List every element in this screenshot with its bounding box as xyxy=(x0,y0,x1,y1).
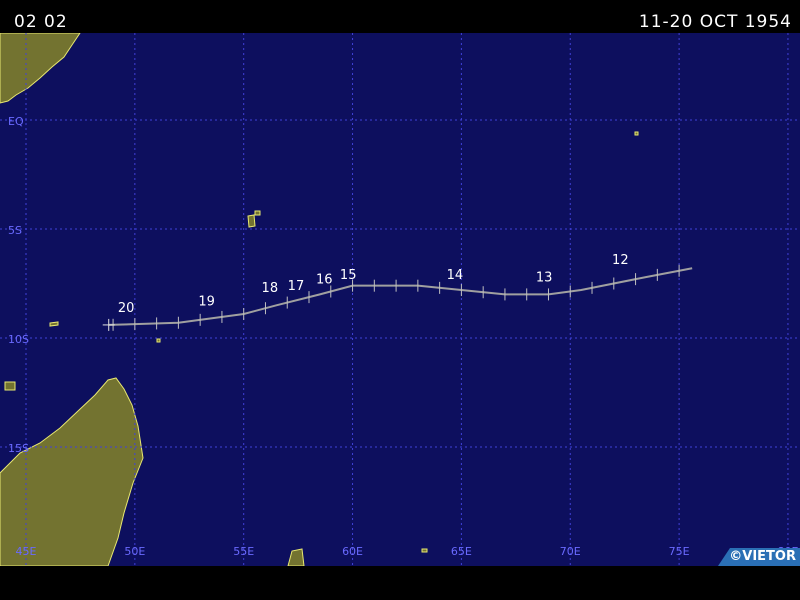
credit-badge: ©VIETOR xyxy=(718,548,800,566)
lon-label: 65E xyxy=(451,545,472,558)
day-label: 20 xyxy=(118,301,135,316)
lat-label: 5S xyxy=(8,224,22,237)
date-range: 11-20 OCT 1954 xyxy=(638,12,792,32)
day-label: 12 xyxy=(612,253,629,268)
lat-label: 10S xyxy=(8,333,29,346)
track-map: 12 13 14 15 16 17 18 19 20 EQ 5S 10S 15S 45E 50E 55E 60… xyxy=(0,33,800,566)
lon-label: 75E xyxy=(669,545,690,558)
islet-west xyxy=(49,321,59,327)
lon-label: 60E xyxy=(342,545,363,558)
lon-label: 70E xyxy=(560,545,581,558)
islet-south xyxy=(156,338,161,343)
seychelles-islet xyxy=(254,210,261,216)
bottom-bar xyxy=(0,566,800,600)
lon-label: 45E xyxy=(16,545,37,558)
day-label: 18 xyxy=(262,281,279,296)
day-label: 13 xyxy=(536,270,553,285)
day-label: 14 xyxy=(447,268,464,283)
lon-label: 55E xyxy=(233,545,254,558)
islet-north-east xyxy=(634,131,639,136)
lat-label: EQ xyxy=(8,115,24,128)
islet-south-east xyxy=(421,548,428,553)
day-label: 16 xyxy=(316,273,333,288)
top-bar: 02 02 11-20 OCT 1954 xyxy=(0,0,800,33)
lat-label: 15S xyxy=(8,442,29,455)
credit-text: ©VIETOR xyxy=(729,549,796,564)
comoros-north xyxy=(4,381,16,391)
day-label: 17 xyxy=(288,279,305,294)
day-label: 15 xyxy=(340,268,357,283)
day-label: 19 xyxy=(198,294,215,309)
seychelles-island xyxy=(247,214,256,228)
storm-id: 02 02 xyxy=(14,12,68,32)
lon-label: 50E xyxy=(124,545,145,558)
